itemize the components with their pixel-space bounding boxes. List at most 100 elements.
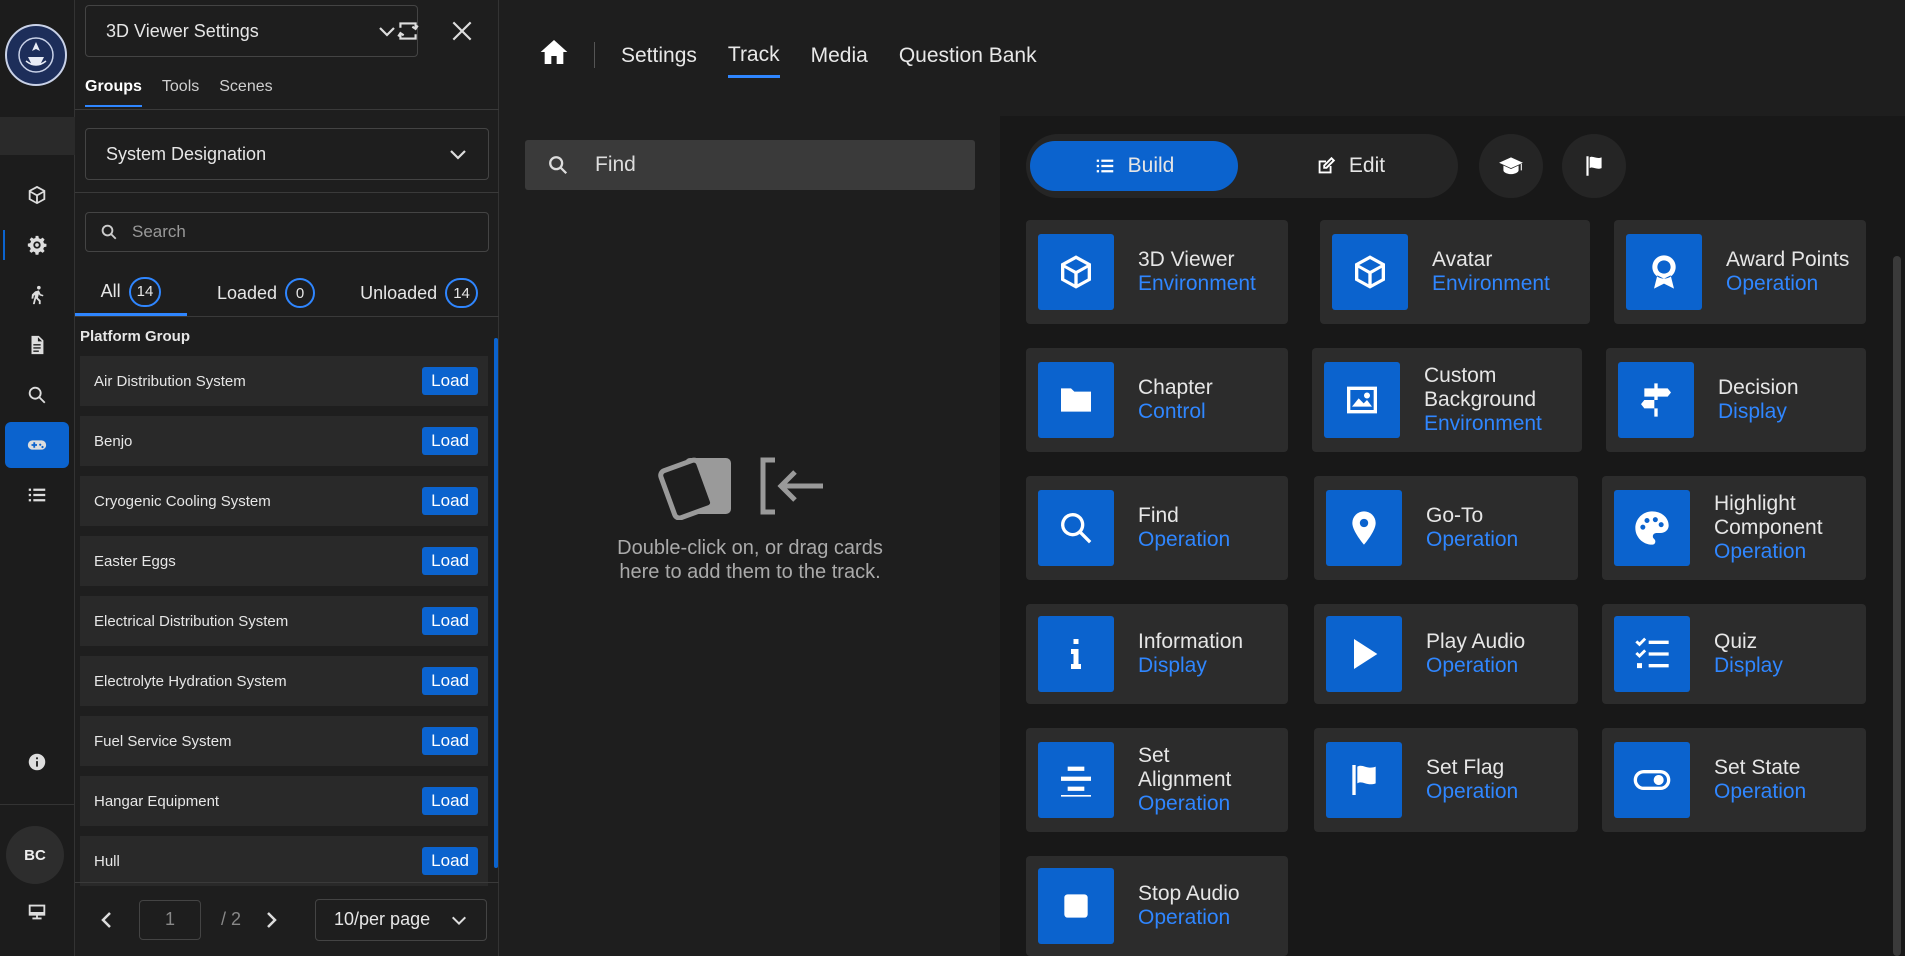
card-title: Set Flag [1426,756,1505,779]
list-scrollbar[interactable] [494,338,498,868]
card-category: Control [1138,400,1206,423]
item-label: Electrical Distribution System [94,612,289,630]
rail-info-button[interactable] [5,739,69,785]
rail-divider [0,117,75,155]
subtabs-divider [75,109,499,110]
home-icon [540,40,568,64]
item-label: Air Distribution System [94,372,246,390]
card-title: Award Points [1726,248,1850,271]
card-category: Operation [1138,792,1231,815]
edit-button[interactable]: Edit [1246,141,1454,191]
nav-track[interactable]: Track [727,33,780,78]
card-category: Display [1718,400,1787,423]
rail-document-button[interactable] [5,322,69,368]
rail-display-button[interactable] [5,889,69,935]
monitor-icon [28,904,46,920]
refresh-icon [397,22,419,40]
user-avatar[interactable]: BC [6,826,64,884]
card-play-audio[interactable]: Play Audio Operation [1314,604,1578,704]
nav-settings[interactable]: Settings [621,34,697,76]
load-button[interactable]: Load [422,427,478,455]
mode-toggle: Build Edit [1026,134,1458,198]
track-drop-zone[interactable]: Double-click on, or drag cards here to a… [600,450,900,584]
close-button[interactable] [449,18,475,44]
load-button[interactable]: Load [422,847,478,875]
card-set-alignment[interactable]: Set Alignment Operation [1026,728,1288,832]
group-search-input[interactable]: Search [85,212,489,252]
chevron-left-icon[interactable] [97,910,117,930]
card-custom-background[interactable]: Custom Background Environment [1312,348,1582,452]
tab-groups[interactable]: Groups [85,78,142,107]
card-title: Stop Audio [1138,882,1240,905]
card-decision[interactable]: Decision Display [1606,348,1866,452]
card-highlight-component[interactable]: Highlight Component Operation [1602,476,1866,580]
filter-all-label: All [100,281,121,301]
card-3d-viewer[interactable]: 3D Viewer Environment [1026,220,1288,324]
checklist-icon [1635,637,1669,669]
rail-search-button[interactable] [5,372,69,418]
list-icon [1096,159,1113,173]
list-item: Fuel Service System Load [80,716,488,766]
build-button[interactable]: Build [1030,141,1238,191]
per-page-select[interactable]: 10/per page [315,898,488,941]
group-title: Platform Group [80,328,191,345]
tab-scenes[interactable]: Scenes [219,78,272,107]
edit-icon [1318,156,1336,174]
card-title: Chapter [1138,376,1213,399]
card-title: Set Alignment [1138,744,1232,791]
signpost-icon [1641,383,1671,417]
filter-all[interactable]: All 14 [75,270,187,316]
rail-list-button[interactable] [5,472,69,518]
card-set-flag[interactable]: Set Flag Operation [1314,728,1578,832]
load-button[interactable]: Load [422,367,478,395]
load-button[interactable]: Load [422,727,478,755]
load-button[interactable]: Load [422,547,478,575]
rail-3d-button[interactable] [5,172,69,218]
chevron-down-icon [450,150,466,160]
search-placeholder: Search [132,222,186,241]
card-set-state[interactable]: Set State Operation [1602,728,1866,832]
designation-select[interactable]: System Designation [85,128,489,180]
nav-question-bank[interactable]: Question Bank [899,34,1037,76]
panel-select[interactable]: 3D Viewer Settings [85,5,418,57]
page-number-input[interactable]: 1 [139,899,201,940]
nav-media[interactable]: Media [811,34,868,76]
cube-icon [1355,255,1385,289]
rail-interactive-button[interactable] [5,422,69,468]
card-chapter[interactable]: Chapter Control [1026,348,1288,452]
card-information[interactable]: Information Display [1026,604,1288,704]
toggle-icon [1633,770,1671,790]
track-find-input[interactable]: Find [525,140,975,190]
home-button[interactable] [538,36,570,74]
filter-loaded[interactable]: Loaded 0 [187,270,345,316]
rail-settings-button[interactable] [3,222,69,268]
filter-loaded-label: Loaded [216,282,278,303]
flag-button[interactable] [1562,134,1626,198]
filter-loaded-count: 0 [285,278,316,308]
load-button[interactable]: Load [422,787,478,815]
card-award-points[interactable]: Award Points Operation [1614,220,1866,324]
align-center-icon [1061,766,1091,797]
training-button[interactable] [1479,134,1543,198]
cube-icon [1061,255,1091,289]
card-title: Decision [1718,376,1799,399]
tab-tools[interactable]: Tools [162,78,199,107]
filter-unloaded[interactable]: Unloaded 14 [345,270,493,316]
load-button[interactable]: Load [422,607,478,635]
card-quiz[interactable]: Quiz Display [1602,604,1866,704]
cards-scrollbar[interactable] [1893,256,1901,956]
card-go-to[interactable]: Go-To Operation [1314,476,1578,580]
edit-label: Edit [1348,154,1386,177]
rail-walk-button[interactable] [5,272,69,318]
card-stop-audio[interactable]: Stop Audio Operation [1026,856,1288,956]
card-find[interactable]: Find Operation [1026,476,1288,580]
card-category: Operation [1138,906,1231,929]
flag-icon [1586,156,1602,176]
refresh-button[interactable] [395,18,421,44]
load-button[interactable]: Load [422,667,478,695]
main-area: Settings Track Media Question Bank Find … [500,0,1905,956]
load-button[interactable]: Load [422,487,478,515]
card-avatar[interactable]: Avatar Environment [1320,220,1590,324]
chevron-right-icon[interactable] [261,910,281,930]
item-label: Hull [94,852,120,870]
